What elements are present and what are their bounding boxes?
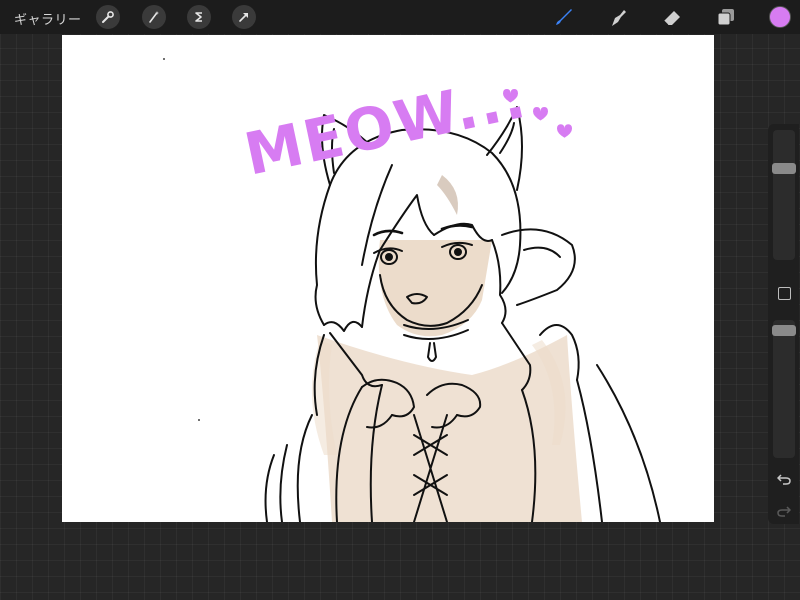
brush-size-slider[interactable] <box>772 130 796 260</box>
hair-shading <box>437 175 458 215</box>
arrow-cursor-icon <box>239 13 248 22</box>
selection-s-icon <box>195 12 202 22</box>
side-bar <box>768 124 799 524</box>
wrench-icon <box>102 11 114 23</box>
actions-button[interactable] <box>96 5 120 29</box>
stray-dot <box>163 58 165 60</box>
redo-icon <box>777 506 791 517</box>
drawing-canvas[interactable]: MEOW... <box>62 35 714 522</box>
layers-button[interactable] <box>713 5 739 29</box>
stray-dot <box>198 419 200 421</box>
undo-icon <box>777 474 791 485</box>
skin-color-fill <box>311 240 582 522</box>
redo-button[interactable] <box>775 504 793 518</box>
eraser-icon <box>663 11 680 26</box>
top-toolbar: ギャラリー <box>0 0 800 34</box>
undo-button[interactable] <box>775 472 793 486</box>
opacity-slider[interactable] <box>772 320 796 458</box>
gallery-button[interactable]: ギャラリー <box>14 9 82 28</box>
smudge-icon <box>612 10 626 26</box>
opacity-slider-thumb[interactable] <box>772 325 796 337</box>
brush-icon <box>556 9 572 25</box>
adjustments-button[interactable] <box>142 5 166 29</box>
transform-button[interactable] <box>232 5 256 29</box>
meow-handwritten-text: MEOW... <box>239 63 533 189</box>
paint-tool-button[interactable] <box>550 5 576 29</box>
brush-size-slider-thumb[interactable] <box>772 163 796 175</box>
selection-button[interactable] <box>187 5 211 29</box>
smudge-tool-button[interactable] <box>604 5 630 29</box>
erase-tool-button[interactable] <box>659 5 685 29</box>
color-picker-button[interactable] <box>769 6 791 28</box>
modify-button[interactable] <box>778 287 791 300</box>
magic-wand-icon <box>149 11 159 23</box>
layers-icon <box>717 9 734 26</box>
drawing-artwork: MEOW... <box>163 58 661 522</box>
